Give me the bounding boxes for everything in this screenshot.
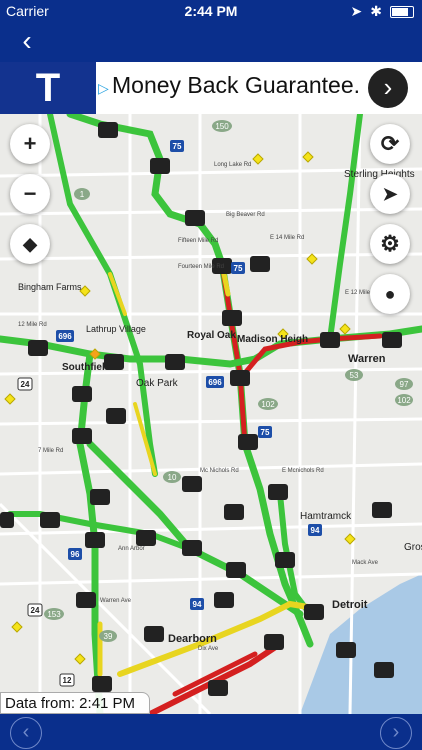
label-gross: Gross-	[404, 542, 422, 553]
shield-24b: 24	[31, 606, 40, 615]
shield-696a: 696	[58, 332, 72, 341]
label-detroit: Detroit	[332, 599, 368, 611]
ad-arrow-button[interactable]: ›	[368, 68, 408, 108]
zoom-in-button[interactable]: +	[10, 124, 50, 164]
label-bingham: Bingham Farms	[18, 282, 82, 292]
previous-button[interactable]: ‹	[10, 717, 42, 749]
location-icon: ➤	[350, 3, 363, 19]
ad-logo: T	[0, 62, 96, 114]
ad-choices-icon[interactable]: ▷	[98, 80, 109, 97]
label-southfield: Southfield	[62, 362, 111, 373]
shield-24a: 24	[21, 380, 30, 389]
data-timestamp: Data from: 2:41 PM	[0, 692, 150, 714]
label-fifteen: Fifteen Mile Rd	[178, 238, 218, 244]
traffic-map[interactable]: 75 75 75 696 696 94 94 96 24 24 12 150 1…	[0, 114, 422, 714]
shield-75a: 75	[173, 142, 182, 151]
label-mack: Mack Ave	[352, 560, 379, 566]
locate-button[interactable]: ➤	[370, 174, 410, 214]
label-mcnichols: Mc Nichols Rd	[200, 468, 239, 474]
plus-icon: +	[23, 131, 37, 156]
route-53: 53	[350, 371, 359, 380]
label-dearborn: Dearborn	[168, 633, 217, 645]
label-e14: E 14 Mile Rd	[270, 235, 304, 241]
route-102: 102	[261, 400, 275, 409]
route-97: 97	[400, 380, 409, 389]
navigation-arrow-icon: ➤	[382, 184, 398, 204]
shield-94b: 94	[193, 600, 202, 609]
map-canvas[interactable]: 75 75 75 696 696 94 94 96 24 24 12 150 1…	[0, 114, 422, 714]
route-102b: 102	[397, 396, 411, 405]
directions-icon: ◆	[23, 234, 37, 254]
label-e-mcnichols: E Mcnichols Rd	[282, 468, 324, 474]
ad-text: Money Back Guarantee.	[112, 72, 361, 98]
route-150: 150	[215, 122, 229, 131]
shield-96: 96	[71, 550, 80, 559]
nav-bar: ‹	[0, 22, 422, 62]
label-oak-park: Oak Park	[136, 378, 179, 389]
label-ann-arbor: Ann Arbor	[118, 546, 145, 552]
status-icons: ➤ ✱	[351, 3, 414, 20]
label-fourteen: Fourteen Mile Rd	[178, 264, 224, 270]
label-seven: 7 Mile Rd	[38, 448, 63, 454]
battery-icon	[390, 5, 414, 18]
label-warren: Warren	[348, 353, 386, 365]
label-hamtramck: Hamtramck	[300, 511, 352, 522]
route-39: 39	[104, 632, 113, 641]
route-153: 153	[47, 610, 61, 619]
shield-75c: 75	[261, 428, 270, 437]
next-button[interactable]: ›	[380, 717, 412, 749]
zoom-out-button[interactable]: −	[10, 174, 50, 214]
ad-banner[interactable]: T ▷ Money Back Guarantee. ›	[0, 62, 422, 114]
bluetooth-icon: ✱	[370, 3, 382, 19]
label-big-beaver: Big Beaver Rd	[226, 212, 265, 218]
directions-button[interactable]: ◆	[10, 224, 50, 264]
route-1: 1	[80, 190, 85, 199]
back-button[interactable]: ‹	[12, 26, 42, 56]
label-madison: Madison Heigh	[237, 334, 308, 345]
status-bar: Carrier 2:44 PM ➤ ✱	[0, 0, 422, 22]
bottom-bar: ‹ ›	[0, 714, 422, 750]
label-long-lake: Long Lake Rd	[214, 162, 251, 168]
person-icon: ●	[384, 284, 396, 304]
label-twelve: 12 Mile Rd	[18, 322, 47, 328]
label-lathrup: Lathrup Village	[86, 324, 146, 334]
shield-94a: 94	[311, 526, 320, 535]
label-royal-oak: Royal Oak	[187, 330, 236, 341]
shield-12: 12	[63, 676, 72, 685]
label-dix: Dix Ave	[198, 646, 219, 652]
shield-696b: 696	[208, 378, 222, 387]
refresh-icon: ⟳	[380, 131, 400, 156]
route-10: 10	[168, 473, 177, 482]
refresh-button[interactable]: ⟳	[370, 124, 410, 164]
label-warren-ave: Warren Ave	[100, 598, 132, 604]
account-button[interactable]: ●	[370, 274, 410, 314]
gear-icon: ⚙	[380, 231, 400, 256]
settings-button[interactable]: ⚙	[370, 224, 410, 264]
minus-icon: −	[23, 181, 37, 206]
shield-75b: 75	[234, 264, 243, 273]
